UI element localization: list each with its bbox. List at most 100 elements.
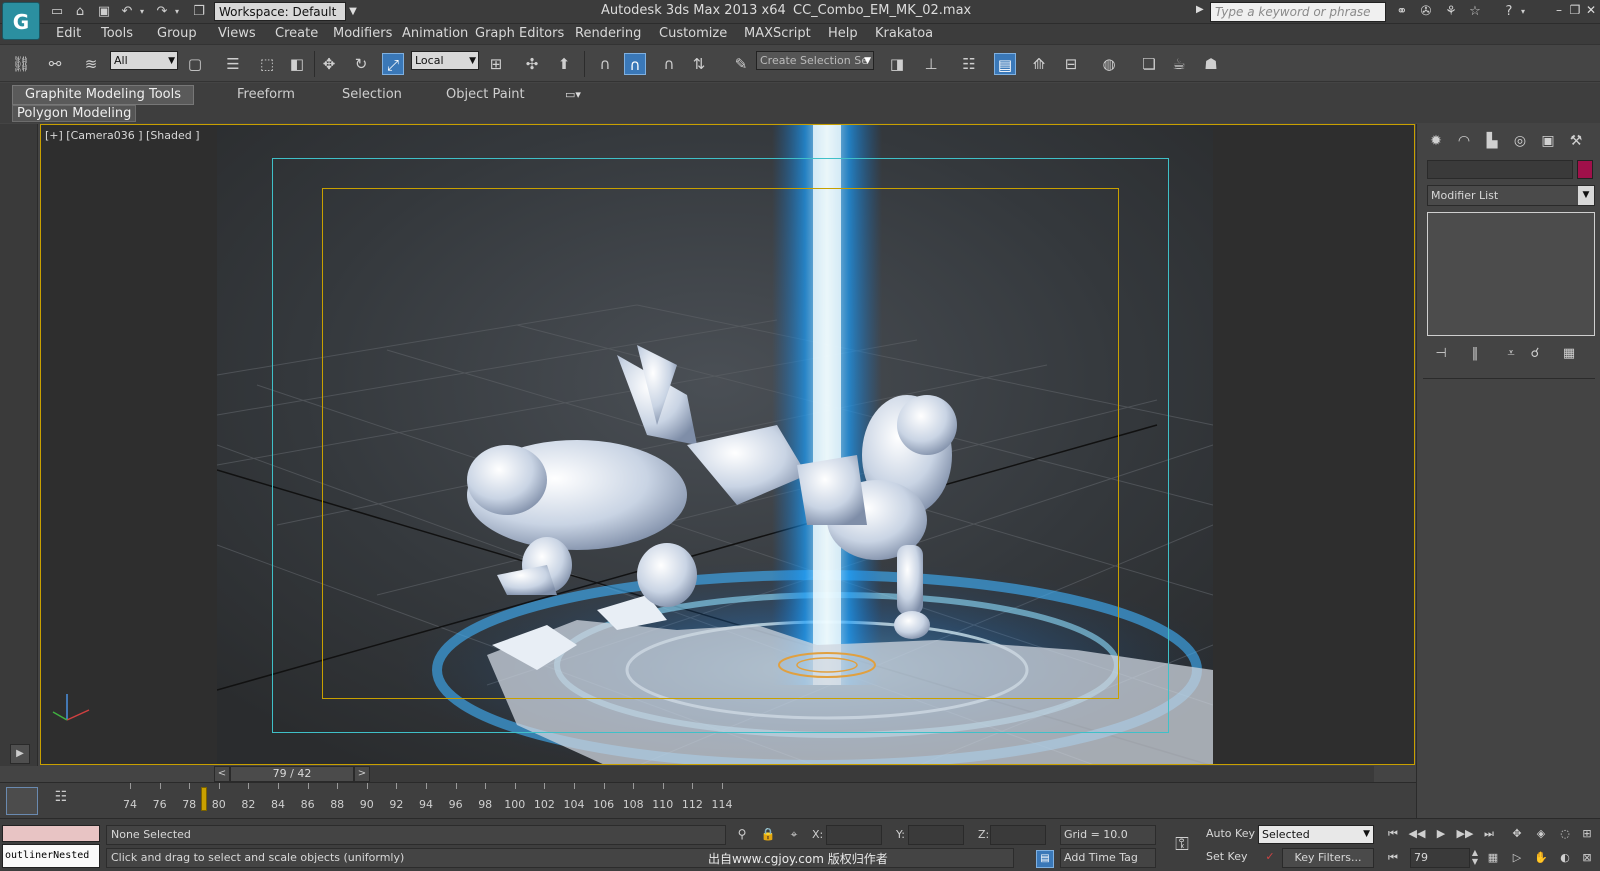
- render-setup-icon[interactable]: ❏: [1138, 53, 1160, 75]
- tab-selection[interactable]: Selection: [342, 86, 402, 104]
- select-and-link-icon[interactable]: ⛓: [10, 53, 32, 75]
- rendered-frame-window-icon[interactable]: ☕: [1168, 53, 1190, 75]
- x-coord-field[interactable]: [826, 825, 882, 845]
- orbit-icon[interactable]: ◌: [1556, 825, 1574, 843]
- redo-icon[interactable]: ↷: [153, 3, 171, 21]
- display-tab-icon[interactable]: ▣: [1537, 130, 1559, 152]
- polygon-modeling-panel[interactable]: Polygon Modeling: [12, 105, 137, 122]
- keyboard-shortcut-override-icon[interactable]: ⬆: [553, 53, 575, 75]
- menu-modifiers[interactable]: Modifiers: [333, 26, 392, 41]
- set-key-button[interactable]: Set Key: [1206, 848, 1256, 868]
- binoculars-icon[interactable]: ⚭: [1393, 3, 1411, 21]
- configure-modifier-sets-icon[interactable]: ▦: [1559, 346, 1579, 364]
- selection-lock-icon[interactable]: 🔒: [760, 827, 776, 843]
- previous-key-icon[interactable]: ◀◀: [1408, 825, 1426, 843]
- help-icon[interactable]: ?: [1500, 3, 1518, 21]
- track-ruler[interactable]: 74 76 78 80 82 84 86 88 90 92 94 96 98 100 102 104 106 10…: [100, 783, 1390, 819]
- modifier-list-dropdown[interactable]: Modifier List ▼: [1427, 185, 1595, 206]
- add-time-tag-button[interactable]: Add Time Tag: [1060, 848, 1156, 868]
- zoom-extents-icon[interactable]: ▷: [1508, 849, 1526, 867]
- selection-region-icon[interactable]: ⬚: [256, 53, 278, 75]
- time-configuration-icon[interactable]: ▦: [1484, 849, 1502, 867]
- field-of-view-icon[interactable]: ◐: [1556, 849, 1574, 867]
- layer-manager-icon[interactable]: ☷: [958, 53, 980, 75]
- zoom-all-icon[interactable]: ◈: [1532, 825, 1550, 843]
- set-keys-icon[interactable]: ✓: [1262, 850, 1278, 866]
- menu-create[interactable]: Create: [275, 26, 318, 41]
- select-and-uniform-scale-icon[interactable]: ⤢: [382, 53, 404, 75]
- menu-customize[interactable]: Customize: [659, 26, 727, 41]
- motion-tab-icon[interactable]: ◎: [1509, 130, 1531, 152]
- maximize-viewport-icon[interactable]: ⊞: [1578, 825, 1596, 843]
- named-selection-dropdown[interactable]: Create Selection Se ▼: [756, 51, 874, 70]
- utilities-tab-icon[interactable]: ⚒: [1565, 130, 1587, 152]
- percent-snap-icon[interactable]: ∩: [658, 53, 680, 75]
- auto-key-button[interactable]: Auto Key: [1206, 825, 1256, 845]
- key-mode-icon[interactable]: ⚿: [1168, 831, 1196, 859]
- pan-view-icon[interactable]: ✋: [1532, 849, 1550, 867]
- maxscript-listener-input[interactable]: [2, 825, 100, 842]
- minimize-icon[interactable]: –: [1552, 3, 1566, 19]
- menu-maxscript[interactable]: MAXScript: [744, 26, 811, 41]
- reference-coordinate-dropdown[interactable]: Local ▼: [411, 51, 479, 70]
- frame-spinner-icon[interactable]: ▲ ▼: [1470, 848, 1480, 868]
- select-by-name-icon[interactable]: ☰: [222, 53, 244, 75]
- menu-views[interactable]: Views: [218, 26, 256, 41]
- new-file-icon[interactable]: ▭: [48, 3, 66, 21]
- next-frame-button[interactable]: >: [354, 766, 370, 782]
- track-bar-filter-icon[interactable]: ☷: [50, 789, 72, 811]
- workspace-dropdown-arrow-icon[interactable]: ▼: [346, 2, 360, 21]
- expand-viewport-icon[interactable]: ▶: [10, 744, 30, 764]
- graphite-modeling-toggle-icon[interactable]: ▤: [994, 53, 1016, 75]
- application-menu-button[interactable]: G: [2, 2, 40, 40]
- tab-object-paint[interactable]: Object Paint: [446, 86, 525, 104]
- material-editor-icon[interactable]: ◍: [1098, 53, 1120, 75]
- search-input[interactable]: [1210, 2, 1386, 22]
- maxscript-output[interactable]: outlinerNested: [2, 844, 100, 868]
- hierarchy-tab-icon[interactable]: ▙: [1481, 130, 1503, 152]
- select-and-manipulate-icon[interactable]: ✣: [521, 53, 543, 75]
- time-tag-icon[interactable]: ▤: [1036, 850, 1054, 868]
- viewport-label[interactable]: [+] [Camera036 ] [Shaded ]: [45, 129, 200, 142]
- previous-frame-button[interactable]: <: [214, 766, 230, 782]
- menu-animation[interactable]: Animation: [402, 26, 468, 41]
- snaps-toggle-icon[interactable]: ∩: [594, 53, 616, 75]
- time-slider-thumb[interactable]: 79 / 42: [230, 766, 354, 782]
- zoom-icon[interactable]: ✥: [1508, 825, 1526, 843]
- workspace-dropdown[interactable]: Workspace: Default: [214, 2, 346, 21]
- y-coord-field[interactable]: [908, 825, 964, 845]
- remove-modifier-icon[interactable]: ☌: [1525, 346, 1545, 364]
- undo-dropdown-icon[interactable]: ▾: [137, 3, 147, 21]
- schematic-view-icon[interactable]: ⊟: [1060, 53, 1082, 75]
- restore-icon[interactable]: ❐: [1568, 3, 1582, 19]
- current-frame-marker[interactable]: [201, 787, 207, 811]
- menu-tools[interactable]: Tools: [101, 26, 133, 41]
- tools-icon[interactable]: ✇: [1417, 3, 1435, 21]
- spinner-snap-icon[interactable]: ⇅: [688, 53, 710, 75]
- camera-viewport[interactable]: [+] [Camera036 ] [Shaded ]: [40, 124, 1415, 765]
- z-coord-field[interactable]: [990, 825, 1046, 845]
- go-to-end-icon[interactable]: ⏭: [1480, 825, 1498, 843]
- key-filters-button[interactable]: Key Filters...: [1282, 848, 1374, 868]
- time-slider[interactable]: < 79 / 42 >: [214, 766, 1374, 782]
- close-icon[interactable]: ✕: [1584, 3, 1598, 19]
- save-icon[interactable]: ▣: [95, 3, 113, 21]
- tab-graphite-modeling-tools[interactable]: Graphite Modeling Tools: [12, 85, 195, 105]
- select-and-rotate-icon[interactable]: ↻: [350, 53, 372, 75]
- undo-icon[interactable]: ↶: [118, 3, 136, 21]
- align-icon[interactable]: ⊥: [920, 53, 942, 75]
- menu-group[interactable]: Group: [157, 26, 197, 41]
- menu-krakatoa[interactable]: Krakatoa: [875, 26, 933, 41]
- pivot-center-icon[interactable]: ⊞: [485, 53, 507, 75]
- mirror-icon[interactable]: ◨: [886, 53, 908, 75]
- object-color-swatch[interactable]: [1577, 160, 1593, 179]
- absolute-transform-icon[interactable]: ⌖: [786, 827, 802, 843]
- search-expand-icon[interactable]: ▶: [1196, 4, 1204, 15]
- window-crossing-icon[interactable]: ◧: [286, 53, 308, 75]
- redo-dropdown-icon[interactable]: ▾: [172, 3, 182, 21]
- key-selection-set-dropdown[interactable]: Selected ▼: [1258, 825, 1374, 844]
- maximize-toggle-icon[interactable]: ⊠: [1578, 849, 1596, 867]
- ribbon-options-dropdown-icon[interactable]: ▭▾: [565, 88, 581, 101]
- modifier-stack[interactable]: [1427, 212, 1595, 336]
- select-and-move-icon[interactable]: ✥: [318, 53, 340, 75]
